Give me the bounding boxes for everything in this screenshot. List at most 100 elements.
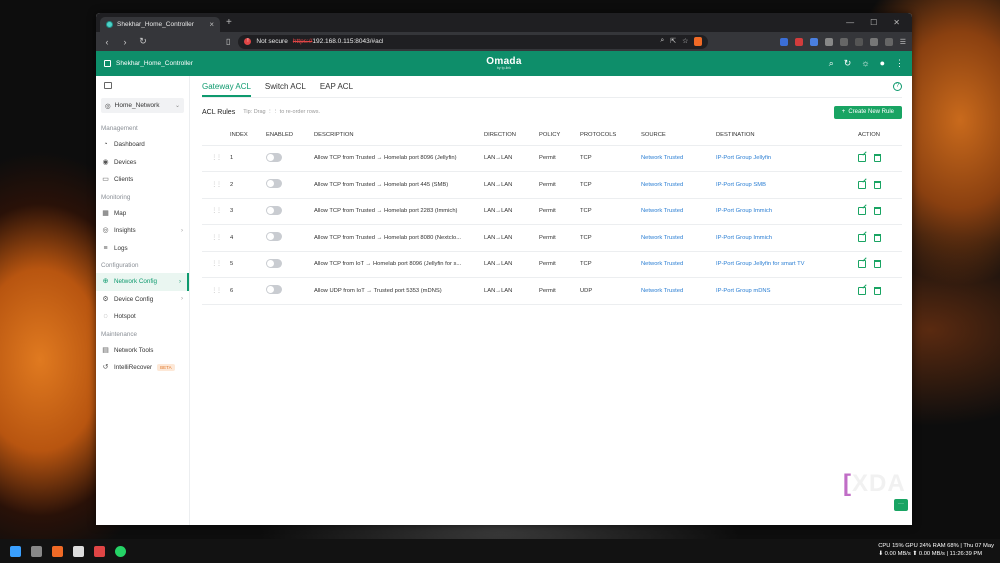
extension-icon[interactable] bbox=[839, 37, 848, 46]
edit-icon[interactable] bbox=[858, 207, 866, 216]
tab-gateway-acl[interactable]: Gateway ACL bbox=[202, 82, 251, 97]
sidebar-item-dashboard[interactable]: ◔ Dashboard bbox=[96, 136, 189, 154]
sidebar-item-map[interactable]: ▦ Map bbox=[96, 205, 189, 223]
gear-icon: ⚙ bbox=[102, 295, 109, 303]
forward-icon[interactable]: › bbox=[120, 37, 130, 47]
edit-icon[interactable] bbox=[858, 233, 866, 242]
app-icon[interactable] bbox=[94, 545, 105, 557]
cell-description: Allow UDP from IoT → Trusted port 5353 (… bbox=[314, 277, 484, 305]
extension-icon[interactable] bbox=[794, 37, 803, 46]
cell-destination-link[interactable]: IP-Port Group Immich bbox=[716, 198, 858, 225]
drag-handle-icon[interactable]: ⋮⋮ bbox=[202, 145, 230, 172]
refresh-icon[interactable]: ↻ bbox=[844, 58, 852, 69]
trash-icon[interactable] bbox=[874, 180, 881, 189]
taskbar: CPU 15% GPU 24% RAM 68% | Thu 07 May ⬇ 0… bbox=[0, 539, 1000, 563]
minimize-icon[interactable]: — bbox=[846, 18, 854, 27]
omada-logo: Omada by tp-link bbox=[486, 56, 521, 71]
menu-icon[interactable]: ☰ bbox=[900, 38, 906, 46]
devices-icon: ◉ bbox=[102, 158, 109, 166]
trash-icon[interactable] bbox=[874, 154, 881, 163]
help-icon[interactable]: ? bbox=[893, 82, 902, 91]
edit-icon[interactable] bbox=[858, 260, 866, 269]
create-new-rule-button[interactable]: + Create New Rule bbox=[833, 105, 902, 119]
table-row: ⋮⋮ 3 Allow TCP from Trusted → Homelab port… bbox=[202, 198, 902, 225]
whatsapp-icon[interactable] bbox=[115, 545, 126, 557]
trash-icon[interactable] bbox=[874, 233, 881, 242]
cell-source-link[interactable]: Network Trusted bbox=[641, 171, 716, 199]
tab-switch-acl[interactable]: Switch ACL bbox=[265, 82, 306, 97]
cell-source-link[interactable]: Network Trusted bbox=[641, 198, 716, 225]
enabled-toggle[interactable] bbox=[266, 179, 282, 189]
browser-tab[interactable]: Shekhar_Home_Controller × bbox=[100, 17, 220, 32]
taskview-icon[interactable] bbox=[31, 545, 42, 557]
app-icon[interactable] bbox=[73, 545, 84, 557]
trash-icon[interactable] bbox=[874, 286, 881, 295]
cell-destination-link[interactable]: IP-Port Group mDNS bbox=[716, 277, 858, 305]
sidebar-toggle-icon[interactable] bbox=[869, 37, 878, 46]
share-icon[interactable]: ⇱ bbox=[670, 37, 676, 46]
cell-source-link[interactable]: Network Trusted bbox=[641, 145, 716, 172]
edit-icon[interactable] bbox=[858, 180, 866, 189]
cell-index: 2 bbox=[230, 171, 266, 199]
enabled-toggle[interactable] bbox=[266, 232, 282, 242]
windows-start-icon[interactable] bbox=[10, 545, 21, 557]
cell-destination-link[interactable]: IP-Port Group Jellyfin bbox=[716, 145, 858, 172]
drag-handle-icon[interactable]: ⋮⋮ bbox=[202, 277, 230, 305]
address-bar: ‹ › ↻ ▯ ! Not secure https://192.168.0.1… bbox=[96, 32, 912, 51]
extension-icon[interactable] bbox=[809, 37, 818, 46]
bookmark-icon[interactable]: ▯ bbox=[226, 37, 230, 46]
sidebar-item-devices[interactable]: ◉ Devices bbox=[96, 154, 189, 172]
puzzle-icon[interactable] bbox=[884, 37, 893, 46]
sidebar-item-network-tools[interactable]: ▤ Network Tools bbox=[96, 342, 189, 360]
back-icon[interactable]: ‹ bbox=[102, 37, 112, 47]
brave-browser-icon[interactable] bbox=[52, 545, 63, 557]
brave-shield-icon[interactable] bbox=[694, 37, 703, 46]
sidebar-item-network-config[interactable]: ⊕ Network Config › bbox=[96, 273, 189, 291]
more-icon[interactable]: ⋮ bbox=[895, 58, 904, 69]
close-window-icon[interactable]: ✕ bbox=[893, 18, 900, 27]
extension-icon[interactable] bbox=[824, 37, 833, 46]
cell-source-link[interactable]: Network Trusted bbox=[641, 277, 716, 305]
sidebar-item-intellirecover[interactable]: ↺ IntelliRecover BETA bbox=[96, 359, 189, 377]
drag-handle-icon[interactable]: ⋮⋮ bbox=[202, 171, 230, 199]
edit-icon[interactable] bbox=[858, 154, 866, 163]
theme-icon[interactable]: ☼ bbox=[861, 58, 869, 69]
drag-handle-icon[interactable]: ⋮⋮ bbox=[202, 224, 230, 252]
trash-icon[interactable] bbox=[874, 260, 881, 269]
cell-destination-link[interactable]: IP-Port Group SMB bbox=[716, 171, 858, 199]
chat-icon[interactable]: ··· bbox=[894, 499, 908, 511]
drag-handle-icon[interactable]: ⋮⋮ bbox=[202, 198, 230, 225]
maximize-icon[interactable]: ☐ bbox=[870, 18, 877, 27]
close-tab-icon[interactable]: × bbox=[209, 20, 214, 29]
cell-destination-link[interactable]: IP-Port Group Jellyfin for smart TV bbox=[716, 251, 858, 278]
enabled-toggle[interactable] bbox=[266, 285, 282, 295]
zoom-icon[interactable]: ⌕ bbox=[660, 37, 664, 46]
enabled-toggle[interactable] bbox=[266, 205, 282, 215]
cloud-icon[interactable]: ● bbox=[880, 58, 885, 69]
reload-icon[interactable]: ↻ bbox=[138, 36, 148, 47]
tab-eap-acl[interactable]: EAP ACL bbox=[320, 82, 353, 97]
sidebar-item-device-config[interactable]: ⚙ Device Config › bbox=[96, 291, 189, 309]
sidebar-item-logs[interactable]: ≡ Logs bbox=[96, 240, 189, 258]
edit-icon[interactable] bbox=[858, 286, 866, 295]
new-tab-icon[interactable]: + bbox=[226, 17, 232, 28]
cell-destination-link[interactable]: IP-Port Group Immich bbox=[716, 224, 858, 252]
extension-icon[interactable] bbox=[854, 37, 863, 46]
trash-icon[interactable] bbox=[874, 207, 881, 216]
sidebar-item-clients[interactable]: ▭ Clients bbox=[96, 171, 189, 189]
site-select[interactable]: ◎ Home_Network ⌄ bbox=[101, 98, 184, 113]
url-field[interactable]: ! Not secure https://192.168.0.115:8043/… bbox=[238, 34, 709, 49]
search-icon[interactable]: ⌕ bbox=[829, 58, 834, 69]
cell-source-link[interactable]: Network Trusted bbox=[641, 224, 716, 252]
chevron-right-icon: › bbox=[181, 296, 183, 303]
extension-icon[interactable] bbox=[779, 37, 788, 46]
cell-source-link[interactable]: Network Trusted bbox=[641, 251, 716, 278]
acl-rules-title: ACL Rules bbox=[202, 108, 236, 116]
sidebar-item-hotspot[interactable]: ◌ Hotspot bbox=[96, 308, 189, 326]
enabled-toggle[interactable] bbox=[266, 258, 282, 268]
collapse-sidebar-icon[interactable] bbox=[104, 82, 112, 89]
sidebar-item-insights[interactable]: ◎ Insights › bbox=[96, 222, 189, 240]
enabled-toggle[interactable] bbox=[266, 152, 282, 162]
drag-handle-icon[interactable]: ⋮⋮ bbox=[202, 251, 230, 278]
bookmark-star-icon[interactable]: ☆ bbox=[682, 37, 688, 46]
